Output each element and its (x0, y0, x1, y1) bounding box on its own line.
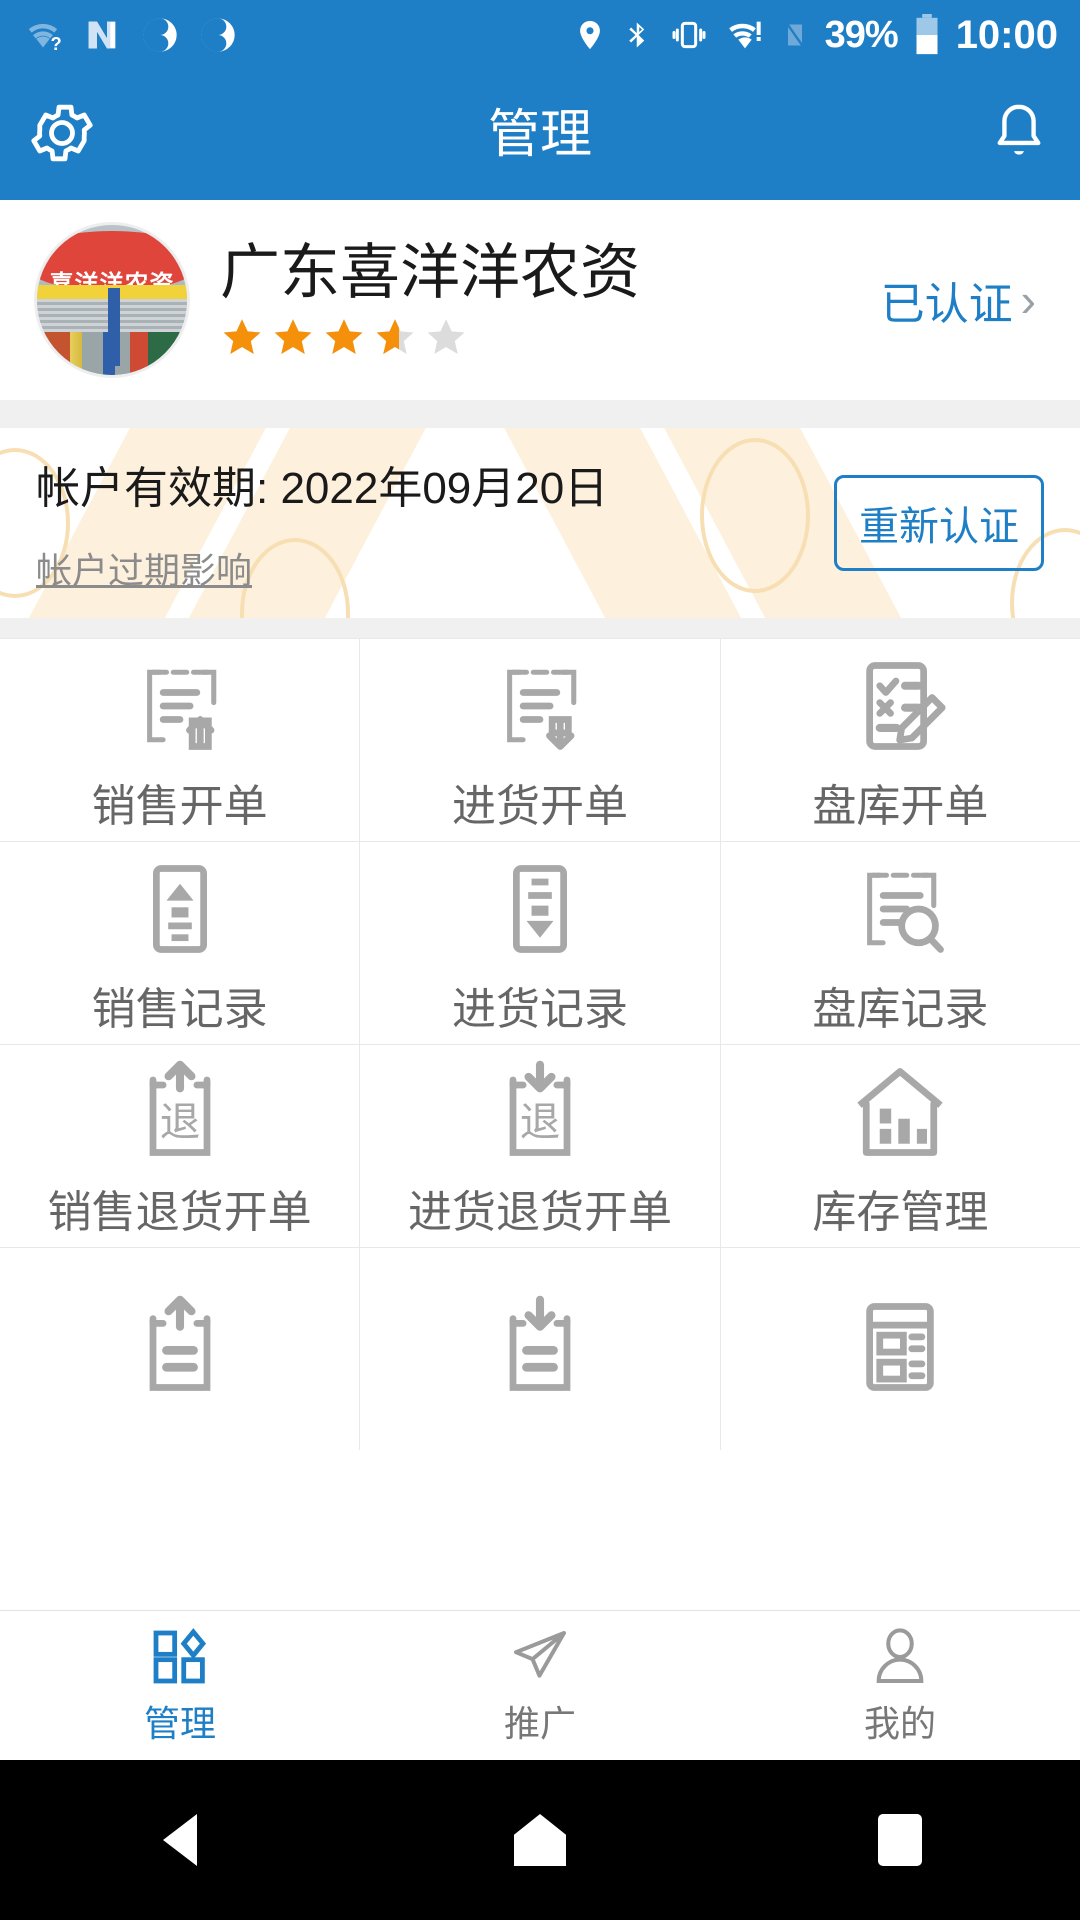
chevron-right-icon: › (1020, 274, 1036, 326)
location-pin-icon (579, 20, 600, 50)
doc-down-arrow-icon (486, 1287, 594, 1407)
tab-mine-label: 我的 (863, 1702, 936, 1744)
box-up-triangle-icon (126, 849, 234, 969)
grid-item[interactable]: 销售开单 (0, 639, 360, 841)
function-grid: 销售开单 进货开单 盘库开单 销售记录 进货记录 盘库记录 退销售退货开单 退 … (0, 638, 1080, 1450)
rating-star (271, 316, 315, 360)
grid-item-label: 进货记录 (451, 985, 628, 1034)
tab-promotion[interactable]: 推广 (360, 1611, 720, 1760)
grid-item-label: 进货退货开单 (407, 1188, 672, 1237)
notification-button[interactable] (984, 98, 1054, 173)
vibrate-icon (672, 21, 706, 49)
banner-ring (700, 438, 810, 593)
grid-item[interactable]: 盘库记录 (720, 842, 1080, 1044)
grid-item[interactable]: 库存管理 (720, 1045, 1080, 1247)
battery-percent-label: 39% (824, 14, 899, 56)
clipboard-down-arrow-icon (486, 646, 594, 766)
grid-item[interactable]: 盘库开单 (720, 639, 1080, 841)
bottom-tab-bar: 管理 推广 我的 (0, 1610, 1080, 1760)
grid-item-label: 销售开单 (91, 782, 268, 831)
battery-icon (916, 14, 938, 55)
doc-up-arrow-icon (126, 1287, 234, 1407)
grid-item-label: 盘库开单 (812, 782, 989, 831)
bell-icon (997, 104, 1041, 155)
verified-status[interactable]: 已认证 › (881, 268, 1036, 332)
person-icon (876, 1627, 924, 1683)
grid-item-label: 库存管理 (812, 1188, 989, 1237)
avatar-pole (107, 288, 120, 366)
clipboard-up-arrow-icon (126, 646, 234, 766)
return-down-icon: 退 (486, 1052, 594, 1172)
tab-promotion-label: 推广 (503, 1702, 576, 1744)
verified-label: 已认证 (880, 280, 1013, 329)
android-nav-bar (0, 1760, 1080, 1920)
clock-label: 10:00 (955, 13, 1058, 57)
grid-item[interactable]: 退销售退货开单 (0, 1045, 360, 1247)
tab-management-label: 管理 (143, 1702, 216, 1744)
page-title: 管理 (487, 106, 592, 164)
gear-icon (31, 104, 93, 161)
grid-item[interactable]: 进货记录 (360, 842, 720, 1044)
account-banner: 帐户有效期: 2022年09月20日 帐户过期影响 重新认证 (0, 428, 1080, 618)
app-bar: 管理 (0, 70, 1080, 200)
status-bar-right-icons: 39% 10:00 (573, 14, 1058, 56)
warehouse-icon (846, 1052, 954, 1172)
sync-icon (143, 18, 177, 52)
grid-item[interactable] (0, 1248, 360, 1450)
rating-star (373, 316, 417, 360)
grid-item-label: 销售退货开单 (47, 1188, 312, 1237)
profile-info: 广东喜洋洋农资 (220, 241, 881, 360)
rating-star (424, 316, 468, 360)
rating-stars (220, 316, 881, 360)
wifi-alert-icon (728, 21, 761, 49)
svg-text:退: 退 (520, 1099, 561, 1145)
avatar[interactable]: 喜洋洋农资 (34, 222, 190, 378)
grid-item[interactable]: 进货开单 (360, 639, 720, 841)
home-pentagon-icon[interactable] (514, 1814, 566, 1866)
sync-icon-2 (201, 18, 235, 52)
account-validity-label: 帐户有效期: 2022年09月20日 (36, 464, 609, 513)
recertify-button[interactable]: 重新认证 (834, 475, 1044, 571)
bluetooth-icon (628, 22, 644, 48)
svg-text:退: 退 (159, 1099, 200, 1145)
grid-item-label: 进货开单 (451, 782, 628, 831)
rating-star (220, 316, 264, 360)
section-divider-2 (0, 618, 1080, 638)
account-expiry-link[interactable]: 帐户过期影响 (36, 542, 608, 594)
android-n-icon (88, 21, 116, 49)
wifi-question-icon: ? (28, 23, 62, 54)
section-divider (0, 400, 1080, 428)
grid-item-label: 盘库记录 (812, 985, 989, 1034)
back-triangle-icon[interactable] (163, 1814, 197, 1866)
sim-card-icon (785, 22, 804, 48)
tab-management[interactable]: 管理 (0, 1611, 360, 1760)
status-bar-left-icons: ? (22, 15, 238, 55)
return-up-icon: 退 (126, 1052, 234, 1172)
phone-screen: ? 39% 10:00 管理 广东喜洋洋农资 已认证 › 帐户有效期: 2022… (0, 0, 1080, 1920)
tab-mine[interactable]: 我的 (720, 1611, 1080, 1760)
account-text-block: 帐户有效期: 2022年09月20日 帐户过期影响 (36, 452, 608, 594)
settings-button[interactable] (26, 97, 98, 174)
rating-star (322, 316, 366, 360)
grid-diamond-icon (153, 1627, 207, 1683)
checklist-pencil-icon (846, 646, 954, 766)
grid-item[interactable]: 退进货退货开单 (360, 1045, 720, 1247)
svg-text:?: ? (51, 33, 62, 54)
grid-item-label: 销售记录 (91, 985, 268, 1034)
clipboard-search-icon (846, 849, 954, 969)
box-down-triangle-icon (486, 849, 594, 969)
recents-square-icon[interactable] (878, 1814, 922, 1866)
profile-row[interactable]: 喜洋洋农资 广东喜洋洋农资 已认证 › (0, 200, 1080, 400)
shop-name: 广东喜洋洋农资 (220, 238, 640, 306)
grid-item[interactable] (360, 1248, 720, 1450)
grid-item[interactable]: 销售记录 (0, 842, 360, 1044)
status-bar: ? 39% 10:00 (0, 0, 1080, 70)
paper-plane-icon (514, 1630, 566, 1678)
report-list-icon (846, 1287, 954, 1407)
grid-item[interactable] (720, 1248, 1080, 1450)
